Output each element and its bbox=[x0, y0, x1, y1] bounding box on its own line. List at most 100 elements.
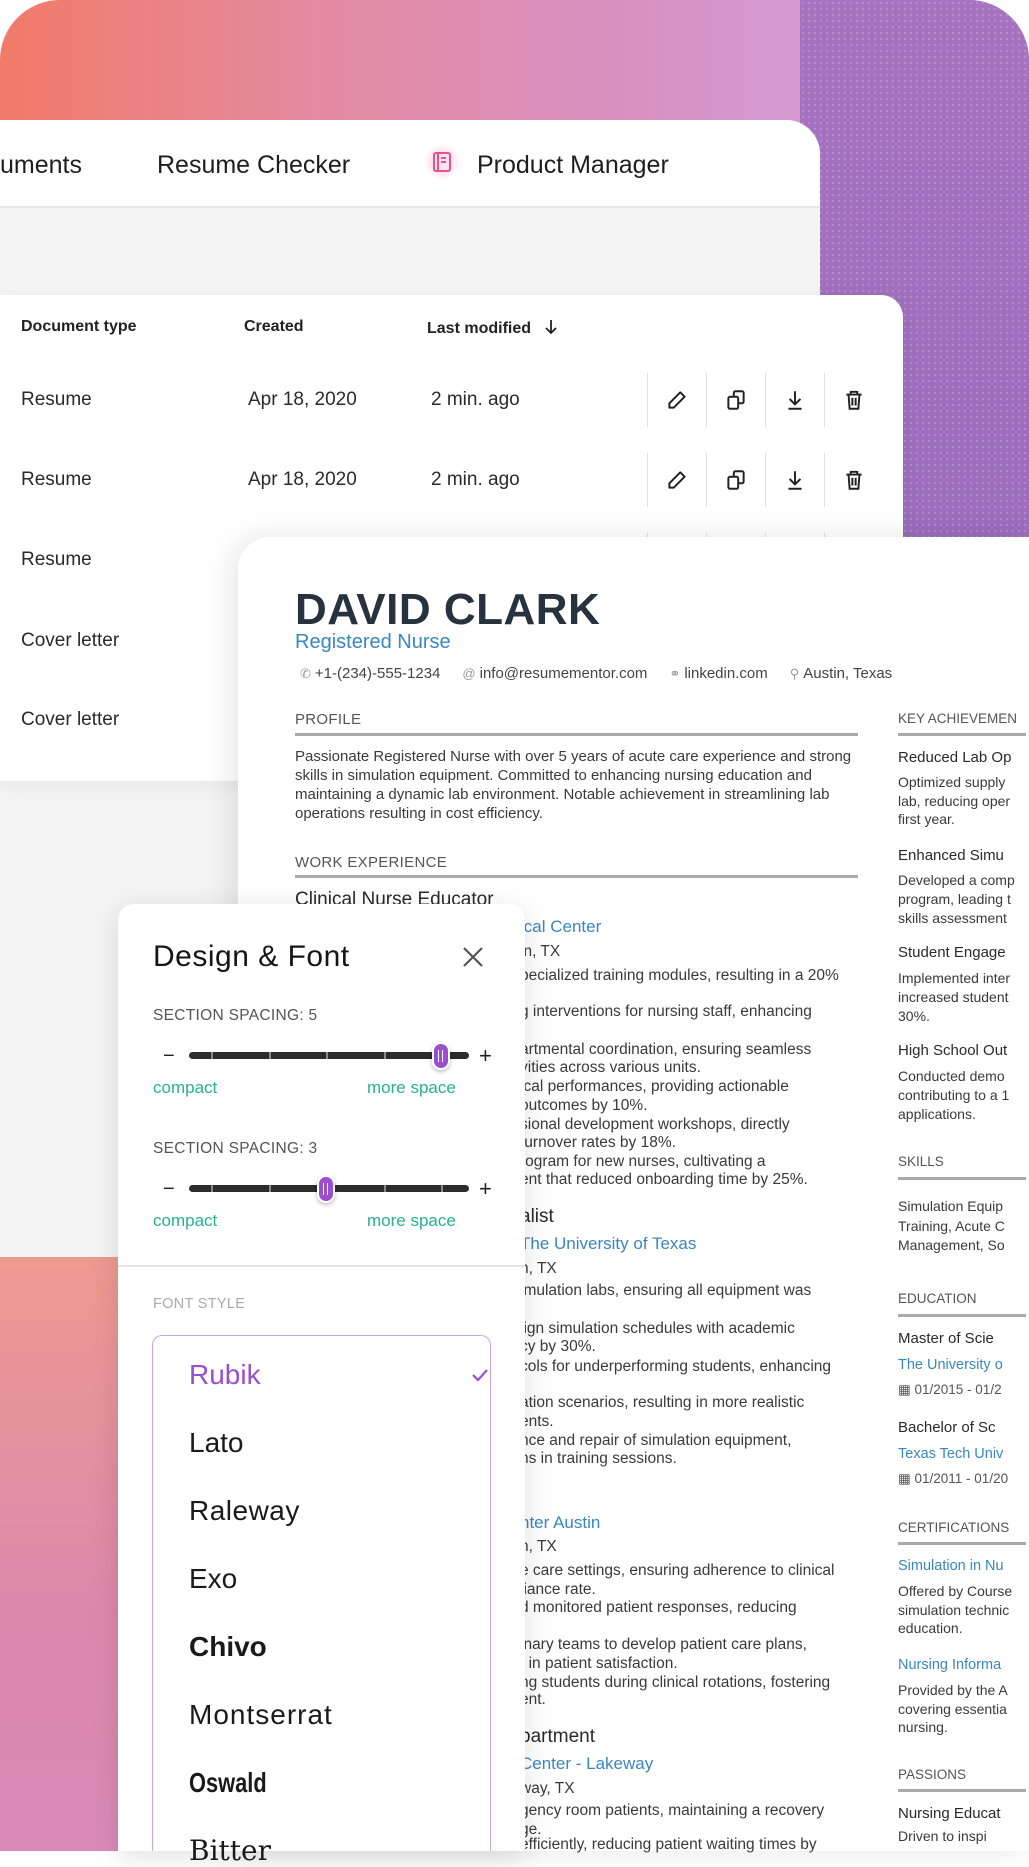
bullet-text: ents. bbox=[520, 1413, 554, 1430]
item-text: Offered by Course bbox=[898, 1583, 1013, 1599]
slider-thumb[interactable] bbox=[432, 1042, 450, 1070]
close-icon[interactable] bbox=[458, 942, 488, 972]
top-nav: uments Resume Checker Product Manager bbox=[0, 120, 820, 208]
item-title: Student Engage bbox=[898, 944, 1006, 961]
minus-button[interactable]: − bbox=[163, 1178, 175, 1201]
panel-divider bbox=[118, 1265, 525, 1267]
font-option-raleway[interactable]: Raleway bbox=[189, 1495, 489, 1527]
bullet-text: t in patient satisfaction. bbox=[520, 1655, 678, 1672]
download-button[interactable] bbox=[765, 453, 823, 507]
header-created[interactable]: Created bbox=[244, 318, 304, 336]
header-last-modified[interactable]: Last modified bbox=[427, 318, 559, 338]
font-option-lato[interactable]: Lato bbox=[189, 1427, 489, 1459]
font-option-oswald[interactable]: Oswald bbox=[189, 1767, 489, 1799]
trash-button[interactable] bbox=[824, 453, 882, 507]
font-name: Oswald bbox=[189, 1767, 267, 1798]
section-rule bbox=[295, 875, 858, 878]
section-rule bbox=[898, 1789, 1026, 1792]
trash-icon bbox=[845, 390, 862, 410]
bullet-text: n, TX bbox=[520, 1538, 557, 1555]
company-name: The University of Texas bbox=[520, 1234, 697, 1253]
font-name: Raleway bbox=[189, 1495, 300, 1526]
slider-track[interactable] bbox=[189, 1175, 469, 1203]
plus-button[interactable]: + bbox=[479, 1043, 492, 1069]
nav-product-manager[interactable]: Product Manager bbox=[477, 150, 669, 180]
font-name: Exo bbox=[189, 1563, 238, 1594]
copy-button[interactable] bbox=[706, 373, 764, 427]
institution-name: The University o bbox=[898, 1357, 1003, 1373]
section-certifications: CERTIFICATIONS bbox=[898, 1520, 1010, 1535]
contact-link: ⚭ linkedin.com bbox=[669, 665, 767, 682]
slider-label: SECTION SPACING: 3 bbox=[153, 1140, 318, 1157]
font-option-exo[interactable]: Exo bbox=[189, 1563, 489, 1595]
cell-created: Apr 18, 2020 bbox=[248, 469, 357, 490]
more-space-label: more space bbox=[367, 1211, 456, 1230]
font-option-rubik[interactable]: Rubik bbox=[189, 1359, 489, 1391]
bullet-text: cy by 30%. bbox=[520, 1338, 596, 1355]
section-spacing-slider[interactable]: − + bbox=[153, 1174, 503, 1204]
table-row[interactable]: Resume Apr 18, 2020 2 min. ago bbox=[0, 450, 903, 510]
item-text: Management, So bbox=[898, 1237, 1005, 1253]
trash-button[interactable] bbox=[824, 373, 882, 427]
nav-documents[interactable]: uments bbox=[0, 150, 82, 180]
font-style-list: Rubik Lato Raleway Exo Chivo Montserrat Oswald… bbox=[152, 1335, 491, 1867]
cell-created: Apr 18, 2020 bbox=[248, 389, 357, 410]
section-skills: SKILLS bbox=[898, 1154, 944, 1169]
font-name: Bitter bbox=[189, 1834, 271, 1867]
table-row[interactable]: Resume Apr 18, 2020 2 min. ago bbox=[0, 370, 903, 430]
font-name: Rubik bbox=[189, 1359, 261, 1390]
plus-button[interactable]: + bbox=[479, 1176, 492, 1202]
cell-document-type: Cover letter bbox=[21, 630, 120, 651]
item-title: Reduced Lab Op bbox=[898, 749, 1012, 766]
item-text: covering essentia bbox=[898, 1701, 1007, 1717]
item-text: Implemented inter bbox=[898, 970, 1011, 986]
design-font-panel: Design & Font SECTION SPACING: 5− + compac… bbox=[118, 904, 525, 1867]
bullet-text: inary teams to develop patient care plan… bbox=[520, 1636, 807, 1653]
location-text: Austin, Texas bbox=[803, 665, 893, 682]
font-style-label: FONT STYLE bbox=[153, 1296, 246, 1312]
bullet-text: d monitored patient responses, reducing bbox=[520, 1599, 797, 1616]
item-text: simulation technic bbox=[898, 1602, 1010, 1618]
item-title: Master of Scie bbox=[898, 1330, 994, 1347]
bullet-text: g interventions for nursing staff, enhan… bbox=[520, 1003, 812, 1020]
link-text: linkedin.com bbox=[684, 665, 768, 682]
item-text: contributing to a 1 bbox=[898, 1087, 1010, 1103]
cell-document-type: Cover letter bbox=[21, 709, 120, 730]
item-text: Developed a comp bbox=[898, 872, 1015, 888]
bullet-text: outcomes by 10%. bbox=[520, 1097, 648, 1114]
slider-thumb[interactable] bbox=[317, 1175, 335, 1203]
checkmark-icon bbox=[472, 1369, 488, 1382]
section-rule bbox=[898, 1177, 1026, 1180]
download-icon bbox=[787, 471, 802, 490]
slider-tick bbox=[211, 1185, 213, 1192]
notebook-icon bbox=[424, 144, 460, 180]
bullet-text: pecialized training modules, resulting i… bbox=[520, 967, 839, 984]
cell-document-type: Resume bbox=[21, 469, 92, 490]
pencil-button[interactable] bbox=[647, 373, 705, 427]
company-name: ical Center bbox=[520, 917, 602, 936]
item-text: lab, reducing oper bbox=[898, 793, 1011, 809]
date-range: ▦ 01/2011 - 01/20 bbox=[898, 1471, 1009, 1486]
font-option-bitter[interactable]: Bitter bbox=[189, 1835, 489, 1867]
section-spacing-slider[interactable]: − + bbox=[153, 1041, 503, 1071]
font-option-chivo[interactable]: Chivo bbox=[189, 1631, 489, 1663]
download-button[interactable] bbox=[765, 373, 823, 427]
item-text: Driven to inspi bbox=[898, 1828, 987, 1844]
header-document-type[interactable]: Document type bbox=[21, 318, 137, 336]
bullet-text: gency room patients, maintaining a recov… bbox=[520, 1802, 825, 1819]
minus-button[interactable]: − bbox=[163, 1045, 175, 1068]
bullet-text: n, TX bbox=[520, 1260, 557, 1277]
nav-resume-checker[interactable]: Resume Checker bbox=[157, 150, 350, 180]
bullet-text: ng students during clinical rotations, f… bbox=[520, 1674, 831, 1691]
font-option-montserrat[interactable]: Montserrat bbox=[189, 1699, 489, 1731]
arrow-down-icon bbox=[545, 320, 558, 335]
font-name: Montserrat bbox=[189, 1699, 333, 1730]
pencil-button[interactable] bbox=[647, 453, 705, 507]
copy-button[interactable] bbox=[706, 453, 764, 507]
section-rule bbox=[898, 733, 1026, 736]
bullet-text: ns in training sessions. bbox=[520, 1450, 677, 1467]
slider-track[interactable] bbox=[189, 1042, 469, 1070]
section-passions: PASSIONS bbox=[898, 1767, 967, 1782]
bullet-text: efficiently, reducing patient waiting ti… bbox=[520, 1836, 817, 1853]
profile-text: Passionate Registered Nurse with over 5 … bbox=[295, 748, 852, 822]
